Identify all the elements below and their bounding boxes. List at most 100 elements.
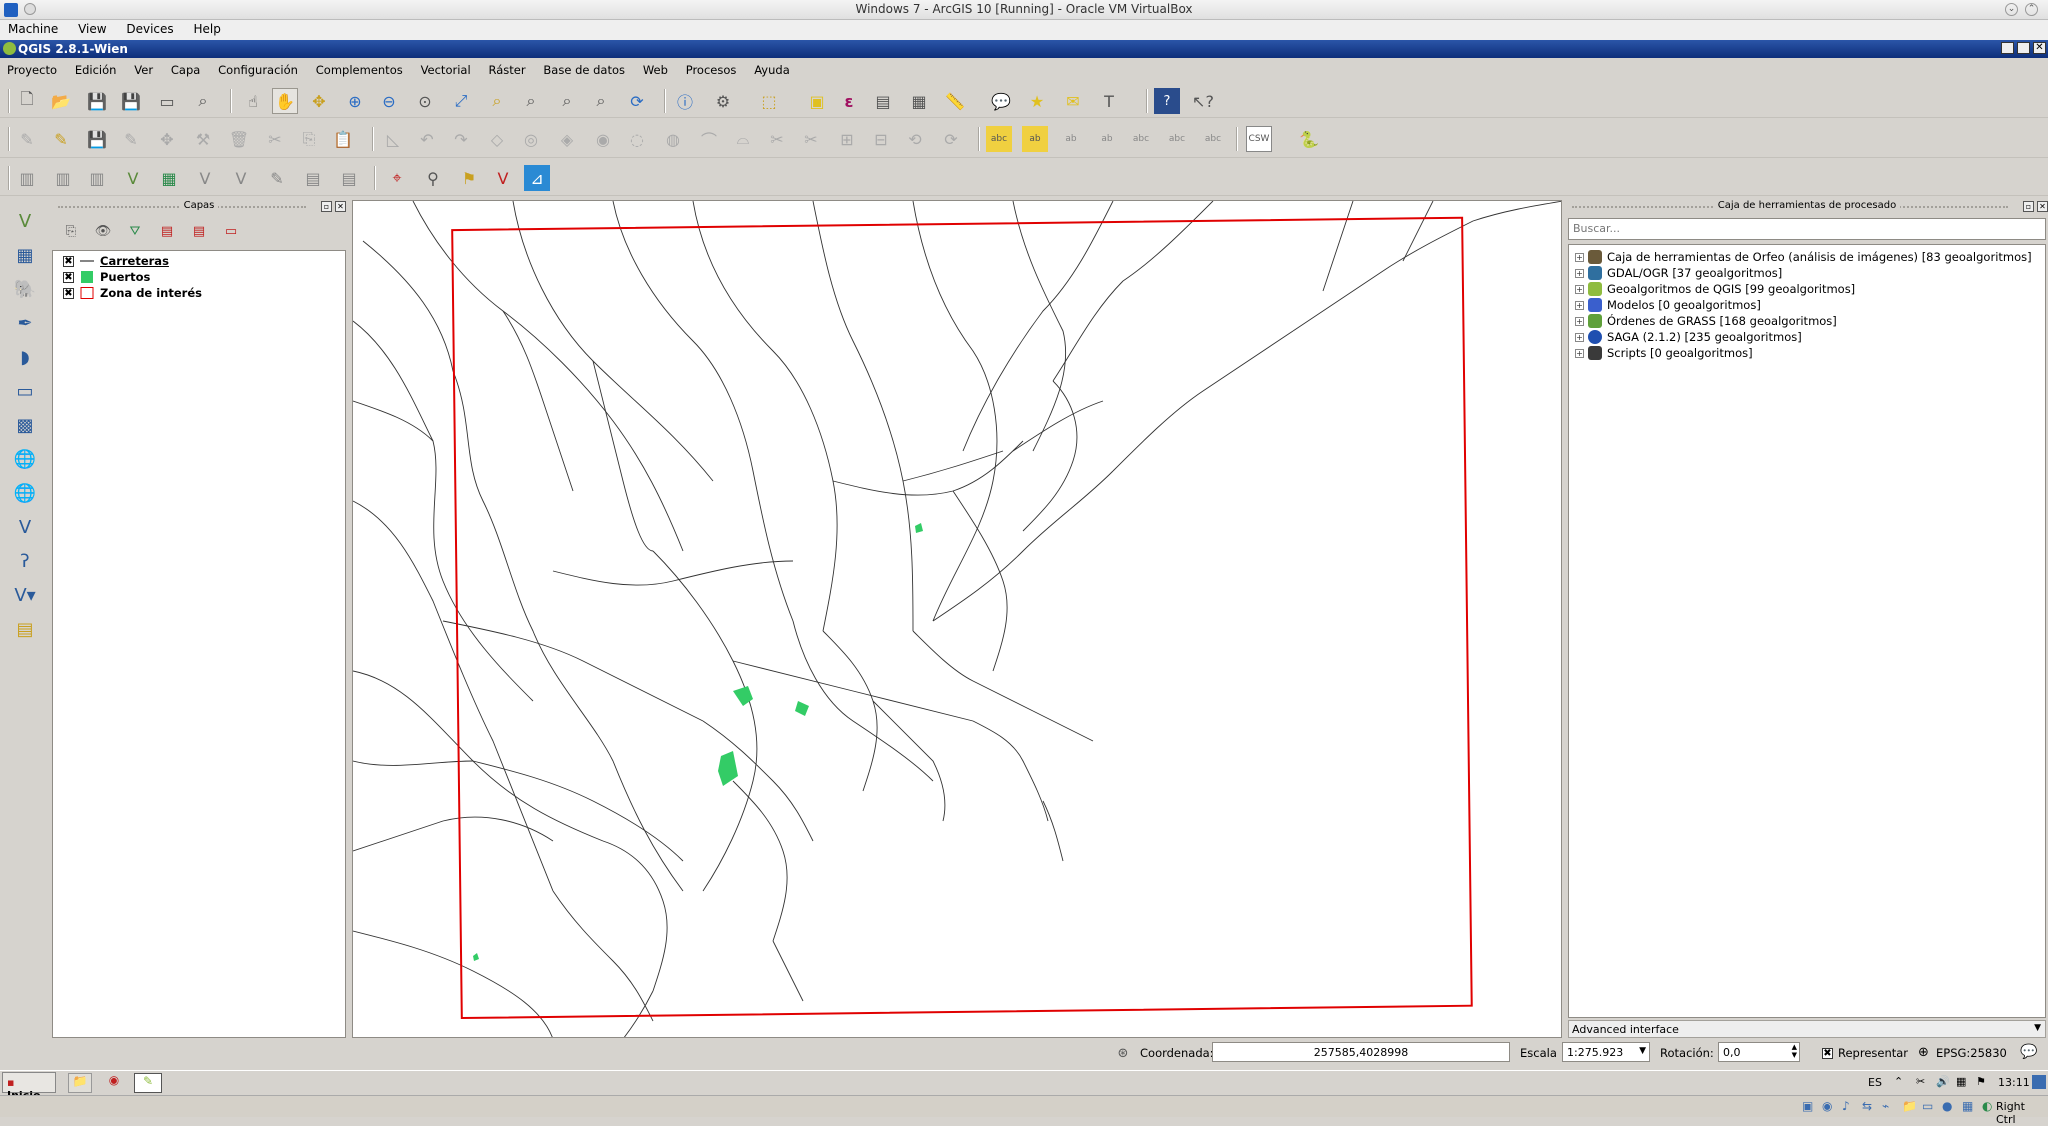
zoom-to-layer-icon[interactable]: ⌕ [518, 88, 544, 114]
cut-features-icon[interactable]: ✂ [262, 126, 288, 152]
whats-this-icon[interactable]: ↖? [1190, 88, 1216, 114]
vbox-audio-icon[interactable]: ♪ [1842, 1099, 1850, 1113]
copy-features-icon[interactable]: ⎘ [296, 126, 322, 152]
gps-tools-icon[interactable]: ⚲ [420, 165, 446, 191]
collapse-all-icon[interactable]: ▤ [186, 218, 212, 244]
network-icon[interactable]: ▦ [1956, 1075, 1966, 1088]
attribute-table-icon[interactable]: ▤ [870, 88, 896, 114]
menu-raster[interactable]: Ráster [481, 60, 532, 77]
coordinate-capture-icon[interactable]: ⚑ [456, 165, 482, 191]
vbox-usb-icon[interactable]: ⌁ [1882, 1099, 1889, 1113]
add-group-icon[interactable]: ⎘ [58, 218, 84, 244]
vbox-optical-icon[interactable]: ◉ [1822, 1099, 1832, 1113]
expand-all-icon[interactable]: ▤ [154, 218, 180, 244]
messages-icon[interactable]: 💬 [2020, 1044, 2037, 1060]
epsg-label[interactable]: EPSG:25830 [1936, 1046, 2007, 1060]
menu-procesos[interactable]: Procesos [679, 60, 744, 77]
layer-row-carreteras[interactable]: ✖ Carreteras [63, 253, 169, 269]
toolbox-item-scripts[interactable]: + Scripts [0 geoalgoritmos] [1575, 345, 1753, 361]
add-part-icon[interactable]: ◈ [554, 126, 580, 152]
scale-combobox[interactable]: 1:275.923 ▼ [1562, 1042, 1650, 1062]
text-annotation-icon[interactable]: T [1096, 88, 1122, 114]
pin-labels-icon[interactable]: ab [1058, 126, 1084, 152]
qgis-minimize-icon[interactable] [2001, 42, 2014, 54]
rotate-feature-icon[interactable]: ⟳ [938, 126, 964, 152]
zoom-next-icon[interactable]: ⌕ [588, 88, 614, 114]
tray-chevron-icon[interactable]: ⌃ [1894, 1075, 1903, 1088]
undo-icon[interactable]: ↶ [414, 126, 440, 152]
toolbox-item-models[interactable]: + Modelos [0 geoalgoritmos] [1575, 297, 1761, 313]
merge-features-icon[interactable]: ⊞ [834, 126, 860, 152]
move-feature-icon[interactable]: ✥ [154, 126, 180, 152]
new-bookmark-icon[interactable]: ★ [1024, 88, 1050, 114]
zoom-in-icon[interactable]: ⊕ [342, 88, 368, 114]
expand-icon[interactable]: + [1575, 300, 1584, 310]
vbox-maximize-icon[interactable]: ⌃ [2025, 3, 2038, 16]
pan-to-selection-icon[interactable]: ✥ [306, 88, 332, 114]
expand-icon[interactable]: + [1575, 252, 1584, 262]
vbox-menu-devices[interactable]: Devices [118, 20, 181, 38]
merge-attributes-icon[interactable]: ⊟ [868, 126, 894, 152]
python-console-icon[interactable]: 🐍 [1296, 126, 1322, 152]
highlight-labels-icon[interactable]: ab [1022, 126, 1048, 152]
toolbox-item-gdal[interactable]: + GDAL/OGR [37 geoalgoritmos] [1575, 265, 1782, 281]
add-raster-layer-icon[interactable]: ▦ [8, 240, 42, 270]
select-features-icon[interactable]: ⬚ [756, 88, 782, 114]
expand-icon[interactable]: + [1575, 284, 1584, 294]
pan-map-icon[interactable]: ✋ [272, 88, 298, 114]
manage-layers-icon-2[interactable]: ▥ [50, 165, 76, 191]
layers-close-icon[interactable]: ✕ [335, 201, 346, 212]
render-checkbox[interactable]: ✖ [1822, 1048, 1833, 1059]
clock[interactable]: 13:11 [1998, 1076, 2030, 1089]
current-edits-icon[interactable]: ✎ [14, 126, 40, 152]
menu-proyecto[interactable]: Proyecto [0, 60, 64, 77]
processing-float-icon[interactable]: ▫ [2023, 201, 2034, 212]
touch-zoom-icon[interactable]: ☝ [240, 88, 266, 114]
rotation-spinbox[interactable]: 0,0 ▲ ▼ [1718, 1042, 1800, 1062]
add-mssql-layer-icon[interactable]: ◗ [8, 342, 42, 372]
qgis-restore-icon[interactable] [2017, 42, 2030, 54]
menu-capa[interactable]: Capa [164, 60, 207, 77]
toolbox-item-saga[interactable]: + SAGA (2.1.2) [235 geoalgoritmos] [1575, 329, 1802, 345]
layer-checkbox[interactable]: ✖ [63, 287, 74, 299]
paste-features-icon[interactable]: 📋 [330, 126, 356, 152]
vbox-menu-help[interactable]: Help [186, 20, 229, 38]
menu-ver[interactable]: Ver [127, 60, 160, 77]
deselect-icon[interactable]: ▣ [804, 88, 830, 114]
chrome-taskbar-icon[interactable]: ◉ [102, 1073, 126, 1093]
split-parts-icon[interactable]: ✂ [798, 126, 824, 152]
save-edits-icon[interactable]: 💾 [84, 126, 110, 152]
measure-icon[interactable]: 📏 [942, 88, 968, 114]
rotate-label-icon[interactable]: abc [1164, 126, 1190, 152]
toolbox-item-orfeo[interactable]: + Caja de herramientas de Orfeo (análisi… [1575, 249, 2032, 265]
statistics-icon[interactable]: ▦ [906, 88, 932, 114]
language-indicator[interactable]: ES [1868, 1076, 1882, 1089]
field-calculator-icon[interactable]: ε [836, 88, 862, 114]
vbox-shared-folders-icon[interactable]: 📁 [1902, 1099, 1917, 1113]
layer-checkbox[interactable]: ✖ [63, 255, 74, 267]
advanced-interface-select[interactable]: Advanced interface ▼ [1568, 1020, 2046, 1038]
vbox-mouse-integration-icon[interactable]: ◐ [1982, 1099, 1992, 1113]
add-wcs-layer-icon[interactable]: 🌐 [8, 478, 42, 508]
add-wms-layer-icon[interactable]: 🌐 [8, 444, 42, 474]
add-feature-icon[interactable]: ✎ [118, 126, 144, 152]
volume-icon[interactable]: 🔊 [1936, 1075, 1950, 1088]
add-spatialite-layer-icon[interactable]: ✒ [8, 308, 42, 338]
georeferencer-icon[interactable]: ⌖ [384, 165, 410, 191]
add-db2-layer-icon[interactable]: ▩ [8, 410, 42, 440]
rotate-symbols-icon[interactable]: ⟲ [902, 126, 928, 152]
csw-icon[interactable]: CSW [1246, 126, 1272, 152]
refresh-icon[interactable]: ⟳ [624, 88, 650, 114]
menu-vectorial[interactable]: Vectorial [414, 60, 478, 77]
tray-icon-1[interactable]: ✂ [1916, 1075, 1925, 1088]
add-wcs-icon[interactable]: ▤ [300, 165, 326, 191]
add-ring-icon[interactable]: ◎ [518, 126, 544, 152]
expand-icon[interactable]: + [1575, 316, 1584, 326]
add-delimited-text-icon[interactable]: ʔ [8, 546, 42, 576]
layer-checkbox[interactable]: ✖ [63, 271, 74, 283]
zoom-full-icon[interactable]: ⤢ [448, 88, 474, 114]
remove-layer-icon[interactable]: ▭ [218, 218, 244, 244]
fill-ring-icon[interactable]: ◉ [590, 126, 616, 152]
manage-visibility-icon[interactable]: 👁 [90, 218, 116, 244]
save-project-icon[interactable]: 💾 [84, 88, 110, 114]
